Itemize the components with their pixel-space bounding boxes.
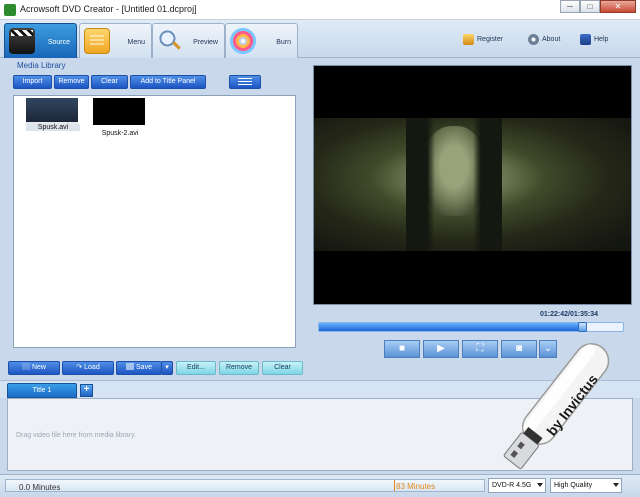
import-button[interactable]: Import	[13, 75, 52, 89]
thumbnail-spusk-2	[93, 98, 145, 125]
stop-button[interactable]: ■	[384, 340, 420, 358]
chevron-down-icon: ▾	[165, 364, 169, 371]
remove-media-button[interactable]: Remove	[54, 75, 89, 89]
key-icon	[463, 34, 474, 45]
about-label: About	[542, 36, 561, 43]
register-label: Register	[477, 36, 504, 43]
drop-hint: Drag video file here from media library.	[16, 432, 137, 439]
help-label: Help	[594, 36, 609, 43]
window-title: Acrowsoft DVD Creator - [Untitled 01.dcp…	[20, 4, 197, 14]
chevron-down-icon	[613, 483, 619, 487]
register-link[interactable]: Register	[463, 34, 503, 45]
video-preview	[313, 65, 632, 305]
chevron-down-icon	[537, 483, 543, 487]
remove-title-button[interactable]: Remove	[219, 361, 259, 375]
capacity-limit-marker	[394, 480, 395, 491]
tab-burn-label: Burn	[276, 39, 291, 46]
save-label: Save	[136, 364, 152, 371]
menu-notepad-icon	[84, 28, 110, 54]
add-to-title-panel-button[interactable]: Add to Title Panel	[130, 75, 206, 89]
media-item-spusk[interactable]: Spusk.avi	[26, 98, 80, 131]
tab-title-1[interactable]: Title 1	[7, 383, 77, 398]
quality-value: High Quality	[554, 482, 593, 489]
video-shadow	[406, 118, 502, 251]
about-link[interactable]: About	[528, 34, 560, 45]
load-arrow-icon: ↷	[76, 364, 83, 371]
status-bar: 0.0 Minutes 83 Minutes DVD-R 4.5G High Q…	[0, 474, 640, 497]
media-library-panel: Media Library Import Remove Clear Add to…	[6, 59, 304, 379]
add-title-button[interactable]: +	[80, 384, 93, 397]
magnifier-icon	[157, 28, 183, 54]
tab-menu-label: Menu	[127, 39, 145, 46]
edit-title-button[interactable]: Edit...	[176, 361, 216, 375]
maximize-button[interactable]: □	[580, 0, 600, 13]
tab-menu[interactable]: Menu	[79, 23, 152, 58]
media-item-spusk-2[interactable]: Spusk-2.avi	[93, 98, 145, 137]
view-list-button[interactable]	[229, 75, 261, 89]
help-link[interactable]: Help	[580, 34, 608, 45]
save-button[interactable]: Save	[116, 361, 162, 375]
clear-titles-button[interactable]: Clear	[262, 361, 303, 375]
app-icon	[4, 4, 16, 16]
disc-type-select[interactable]: DVD-R 4.5G	[488, 478, 546, 493]
clapperboard-icon	[9, 28, 35, 54]
new-button[interactable]: New	[8, 361, 60, 375]
disc-capacity-bar: 0.0 Minutes 83 Minutes	[5, 479, 485, 492]
window-controls: ─ □ ✕	[560, 0, 636, 14]
play-icon: ▶	[437, 343, 445, 354]
video-frame-image	[314, 118, 631, 251]
save-dropdown-button[interactable]: ▾	[161, 361, 173, 375]
clear-media-button[interactable]: Clear	[91, 75, 128, 89]
media-item-label: Spusk-2.avi	[101, 130, 139, 137]
main-tab-bar: Source Menu Preview Burn Register About …	[0, 20, 640, 58]
tab-preview[interactable]: Preview	[152, 23, 225, 58]
help-book-icon	[580, 34, 591, 45]
media-library-title: Media Library	[17, 61, 66, 70]
playback-time: 01:22:42/01:35:34	[540, 311, 598, 318]
save-disk-icon	[126, 363, 135, 370]
stop-icon: ■	[398, 343, 406, 354]
tab-preview-label: Preview	[193, 39, 218, 46]
close-button[interactable]: ✕	[600, 0, 636, 13]
load-button[interactable]: ↷ Load	[62, 361, 114, 375]
tab-source[interactable]: Source	[4, 23, 77, 58]
new-label: New	[31, 364, 46, 371]
used-minutes: 0.0 Minutes	[19, 483, 61, 492]
usb-watermark-graphic: by Invictus	[503, 343, 610, 469]
list-view-icon	[238, 78, 252, 86]
minimize-button[interactable]: ─	[560, 0, 580, 13]
disc-icon	[230, 28, 256, 54]
play-button[interactable]: ▶	[423, 340, 459, 358]
tab-source-label: Source	[47, 39, 70, 46]
title-bar: Acrowsoft DVD Creator - [Untitled 01.dcp…	[0, 0, 640, 20]
media-item-label: Spusk.avi	[26, 124, 80, 131]
capacity-limit-label: 83 Minutes	[396, 482, 436, 491]
media-list[interactable]: Spusk.avi Spusk-2.avi	[13, 95, 296, 348]
tab-burn[interactable]: Burn	[225, 23, 298, 58]
quality-select[interactable]: High Quality	[550, 478, 622, 493]
load-label: Load	[84, 364, 100, 371]
thumbnail-spusk	[26, 98, 78, 125]
disc-type-value: DVD-R 4.5G	[492, 482, 532, 489]
info-icon	[528, 34, 539, 45]
new-icon	[21, 363, 30, 370]
